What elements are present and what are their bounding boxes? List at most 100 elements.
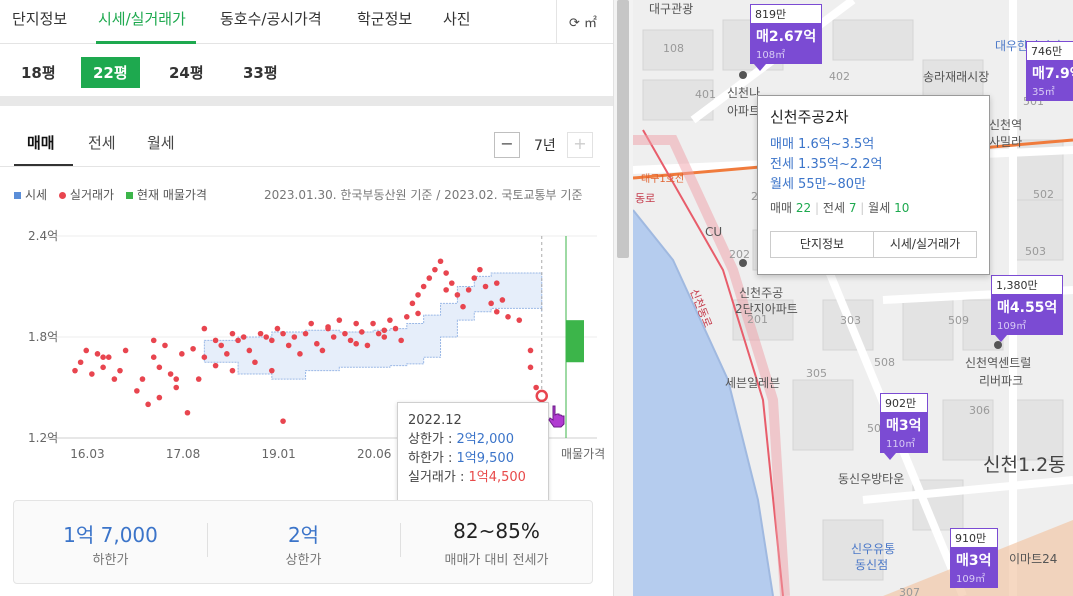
size-24[interactable]: 24평 — [157, 57, 216, 88]
complex-info-popup: 신천주공2차 매매 1.6억~3.5억 전세 1.35억~2.2억 월세 55만… — [757, 95, 990, 275]
summary-lower-label: 하한가 — [92, 553, 129, 568]
data-basis-note: 2023.01.30. 한국부동산원 기준 / 2023.02. 국토교통부 기… — [264, 188, 583, 202]
transaction-point — [218, 342, 225, 349]
transaction-point — [269, 367, 275, 374]
tab-photos[interactable]: 사진 — [443, 8, 471, 29]
unit-toggle-button[interactable]: ⟳ ㎡ — [556, 0, 613, 44]
legend-band-swatch — [14, 192, 21, 199]
transaction-point — [336, 317, 343, 323]
transaction-point — [156, 364, 163, 371]
size-22[interactable]: 22평 — [81, 57, 140, 88]
popup-jeonse-range: 전세 1.35억~2.2억 — [770, 157, 883, 172]
transaction-point — [454, 292, 461, 298]
transaction-point — [89, 371, 95, 377]
summary-upper-label: 상한가 — [285, 553, 322, 568]
transaction-point — [269, 337, 275, 344]
map-price-marker[interactable]: 910만 매3억 109㎡ — [950, 528, 998, 588]
tab-complex-info[interactable]: 단지정보 — [12, 8, 67, 29]
marker-price-per-unit: 746만 — [1026, 41, 1073, 60]
popup-complex-info-button[interactable]: 단지정보 — [771, 232, 873, 257]
period-plus-button[interactable]: + — [567, 132, 593, 158]
transaction-point — [353, 320, 359, 327]
transaction-point — [240, 334, 247, 340]
tab-monthly-rent[interactable]: 월세 — [147, 132, 175, 153]
popup-price-button[interactable]: 시세/실거래가 — [873, 232, 976, 257]
transaction-point — [139, 376, 146, 382]
x-tick-label: 17.08 — [166, 447, 200, 461]
map-view[interactable]: 108 401 402 501 502 503 205 202 201 303 … — [633, 0, 1073, 596]
transaction-point — [403, 314, 410, 320]
legend-band: 시세 — [14, 188, 47, 202]
transaction-point — [291, 334, 298, 340]
highlighted-point — [535, 389, 549, 403]
transaction-point — [184, 409, 191, 416]
tab-school-info[interactable]: 학군정보 — [357, 8, 412, 29]
transaction-point — [527, 347, 534, 354]
map-building-number: 202 — [729, 248, 750, 261]
transaction-point — [252, 359, 258, 366]
marker-price: 매3억 — [886, 418, 922, 434]
map-label-store: CU — [705, 225, 723, 239]
price-panel: 단지정보 시세/실거래가 동호수/공시가격 학군정보 사진 ⟳ ㎡ 18평 22… — [0, 0, 613, 596]
popup-monthly-range: 월세 55만~80만 — [770, 177, 866, 192]
transaction-point — [150, 337, 157, 344]
map-building-number: 108 — [663, 42, 684, 55]
transaction-point — [257, 330, 264, 337]
marker-price: 매3억 — [956, 553, 992, 569]
transaction-point — [94, 351, 101, 357]
map-building-number: 307 — [899, 586, 920, 596]
tooltip-upper: 상한가 : 2억2,000 — [408, 432, 514, 447]
transaction-point — [246, 347, 253, 354]
marker-area: 35㎡ — [1032, 87, 1055, 98]
size-18[interactable]: 18평 — [9, 57, 68, 88]
transaction-point — [460, 303, 466, 310]
marker-area: 109㎡ — [956, 574, 986, 585]
map-price-marker[interactable]: 819만 매2.67억 108㎡ — [750, 4, 823, 71]
transaction-point — [426, 275, 433, 281]
transaction-point — [499, 297, 506, 303]
legend-points: 실거래가 — [58, 188, 114, 202]
summary-upper: 2억 상한가 — [207, 501, 400, 585]
transaction-point — [516, 317, 523, 323]
tooltip-lower: 하한가 : 1억9,500 — [408, 451, 514, 466]
map-price-marker[interactable]: 746만 매7.9억 35㎡ — [1026, 41, 1073, 101]
period-minus-button[interactable]: − — [494, 132, 520, 158]
detail-tabs: 단지정보 시세/실거래가 동호수/공시가격 학군정보 사진 ⟳ ㎡ — [0, 0, 613, 44]
transaction-point — [493, 280, 500, 286]
map-label-apartment: 사밀라 — [989, 135, 1023, 149]
popup-listing-counts: 매매 22 | 전세 7 | 월세 10 — [770, 201, 910, 215]
tooltip-date: 2022.12 — [408, 413, 462, 428]
transaction-point — [145, 401, 151, 408]
tab-unit-price[interactable]: 동호수/공시가격 — [220, 8, 322, 29]
transaction-point — [229, 330, 236, 337]
size-33[interactable]: 33평 — [231, 57, 290, 88]
map-price-marker[interactable]: 902만 매3억 110㎡ — [880, 393, 928, 460]
marker-tail — [754, 64, 766, 71]
y-tick-label: 1.2억 — [28, 431, 58, 445]
transaction-point — [100, 354, 106, 360]
transaction-point — [392, 325, 399, 332]
map-building-number: 502 — [1033, 188, 1054, 201]
map-label-district: 신천1.2동 — [983, 454, 1066, 476]
tab-price-history[interactable]: 시세/실거래가 — [98, 8, 186, 29]
map-building-number: 509 — [948, 314, 969, 327]
tab-sale[interactable]: 매매 — [27, 132, 55, 153]
transaction-point — [111, 376, 118, 382]
transaction-point — [308, 320, 314, 327]
transaction-point — [505, 314, 511, 320]
panel-scrollbar-thumb[interactable] — [617, 0, 629, 258]
transaction-point — [105, 354, 112, 360]
transaction-point — [437, 258, 444, 265]
current-price-bar — [566, 320, 584, 363]
summary-lower: 1억 7,000 하한가 — [14, 501, 207, 585]
tab-jeonse[interactable]: 전세 — [88, 132, 116, 153]
summary-ratio-value: 82~85% — [453, 519, 540, 543]
hand-cursor-icon — [548, 405, 565, 428]
transaction-point — [122, 347, 129, 354]
map-price-marker[interactable]: 1,380만 매4.55억 109㎡ — [991, 275, 1064, 342]
transaction-point — [190, 345, 196, 352]
marker-tail — [884, 453, 896, 460]
transaction-point — [173, 376, 180, 382]
map-label-station: 신천역 — [989, 118, 1023, 132]
x-tick-label: 매물가격 — [561, 447, 605, 461]
